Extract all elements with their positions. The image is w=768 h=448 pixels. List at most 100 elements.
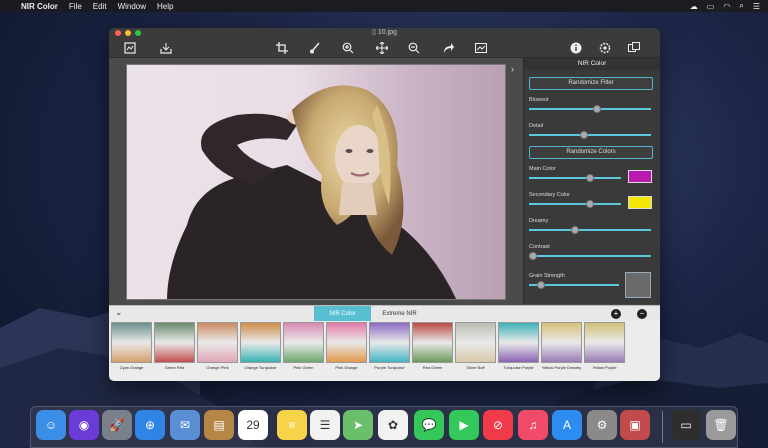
mail-icon[interactable]: ✉: [170, 410, 200, 440]
remove-preset-button[interactable]: −: [637, 309, 647, 319]
randomize-filter-button[interactable]: Randomize Filter: [529, 77, 653, 90]
close-button[interactable]: [115, 30, 121, 36]
blowout-label: Blowout: [529, 97, 549, 103]
cloud-icon[interactable]: ☁: [690, 2, 698, 11]
preset-thumbnail: [369, 322, 410, 363]
zoom-button[interactable]: [135, 30, 141, 36]
contrast-slider-knob[interactable]: [529, 252, 537, 260]
preset-label: Orange Turquoise: [244, 365, 277, 370]
preset-item[interactable]: Green Red: [153, 321, 196, 381]
preset-item[interactable]: Turquoise Purple: [497, 321, 540, 381]
notes-icon[interactable]: ≡: [277, 410, 307, 440]
detail-label: Detail: [529, 123, 544, 129]
contrast-label: Contrast: [529, 244, 550, 250]
preset-thumbnail: [283, 322, 324, 363]
zoom-out-icon[interactable]: [407, 41, 421, 54]
randomize-colors-button[interactable]: Randomize Colors: [529, 146, 653, 159]
preset-item[interactable]: Orange Pink: [196, 321, 239, 381]
main-color-slider[interactable]: [529, 174, 621, 182]
blowout-slider-knob[interactable]: [592, 105, 601, 113]
launchpad-icon[interactable]: 🚀: [102, 410, 132, 440]
secondary-color-slider[interactable]: [529, 200, 621, 208]
detail-slider-knob[interactable]: [580, 131, 589, 139]
spotlight-icon[interactable]: ⌕: [739, 1, 743, 11]
settings-icon[interactable]: [598, 41, 612, 54]
dreamy-slider-knob[interactable]: [571, 226, 580, 234]
fit-icon[interactable]: [123, 41, 137, 54]
contrast-slider[interactable]: [529, 252, 651, 260]
main-color-swatch[interactable]: [628, 170, 652, 183]
music-icon[interactable]: ♫: [518, 410, 548, 440]
brush-icon[interactable]: [308, 41, 322, 54]
airplay-icon[interactable]: ▭: [707, 2, 715, 11]
secondary-color-slider-knob[interactable]: [586, 200, 595, 208]
share-icon[interactable]: [441, 41, 455, 54]
preset-item[interactable]: Orange Turquoise: [239, 321, 282, 381]
preset-item[interactable]: Cyan Orange: [110, 321, 153, 381]
menu-help[interactable]: Help: [157, 2, 173, 11]
menu-app-name[interactable]: NIR Color: [21, 2, 58, 11]
expand-presets-icon[interactable]: ⌄: [115, 307, 123, 318]
window-title: 10.jpg: [377, 29, 397, 36]
collapse-panel-icon[interactable]: ›: [511, 64, 514, 74]
portrait-illustration: [127, 65, 505, 299]
grain-strength-slider-knob[interactable]: [537, 281, 546, 289]
preset-item[interactable]: Pink Orange: [325, 321, 368, 381]
downloads-stack-icon[interactable]: ▭: [671, 410, 701, 440]
messages-icon[interactable]: 💬: [414, 410, 444, 440]
preset-item[interactable]: Silver Buff: [454, 321, 497, 381]
app-store-icon[interactable]: A: [552, 410, 582, 440]
secondary-color-swatch[interactable]: [628, 196, 652, 209]
preset-item[interactable]: Pink Green: [282, 321, 325, 381]
save-icon[interactable]: [159, 41, 173, 54]
calendar-icon[interactable]: 29: [238, 410, 268, 440]
reminders-icon[interactable]: ☰: [310, 410, 340, 440]
menu-edit[interactable]: Edit: [93, 2, 107, 11]
wifi-icon[interactable]: ◠: [723, 2, 730, 11]
dreamy-slider[interactable]: [529, 226, 651, 234]
nir-color-app-icon[interactable]: ▣: [620, 410, 650, 440]
add-preset-button[interactable]: +: [611, 309, 621, 319]
grain-strength-slider[interactable]: [529, 281, 619, 289]
notes-book-icon[interactable]: ▤: [204, 410, 234, 440]
preset-thumbnail: [498, 322, 539, 363]
blowout-slider[interactable]: [529, 105, 651, 113]
info-icon[interactable]: [569, 41, 583, 54]
preset-thumbnail: [154, 322, 195, 363]
preset-label: Purple Turquoise: [374, 365, 405, 370]
preset-tab-bar: ⌄ NIR Color Extreme NIR + −: [109, 305, 660, 322]
facetime-icon[interactable]: ▶: [449, 410, 479, 440]
menu-file[interactable]: File: [69, 2, 82, 11]
preset-item[interactable]: Red Green: [411, 321, 454, 381]
crop-icon[interactable]: [275, 41, 289, 54]
compare-icon[interactable]: [474, 41, 488, 54]
preset-label: Yellow Purple: [592, 365, 617, 370]
finder-icon[interactable]: ☺: [36, 410, 66, 440]
main-color-label: Main Color: [529, 166, 556, 172]
maps-icon[interactable]: ➤: [343, 410, 373, 440]
siri-icon[interactable]: ◉: [69, 410, 99, 440]
tab-nir-color[interactable]: NIR Color: [314, 306, 371, 322]
preset-strip: Cyan Orange Green Red Orange Pink Orange Tu…: [109, 321, 660, 381]
zoom-in-icon[interactable]: [341, 41, 355, 54]
control-center-icon[interactable]: ☰: [753, 2, 760, 11]
move-icon[interactable]: [375, 41, 389, 54]
news-icon[interactable]: ⊘: [483, 410, 513, 440]
safari-icon[interactable]: ⊕: [135, 410, 165, 440]
photos-icon[interactable]: ✿: [378, 410, 408, 440]
preset-label: Red Green: [422, 365, 443, 370]
preset-label: Orange Pink: [206, 365, 229, 370]
tab-extreme-nir[interactable]: Extreme NIR: [371, 306, 428, 322]
preset-item[interactable]: Yellow Purple Dreamy: [540, 321, 583, 381]
detail-slider[interactable]: [529, 131, 651, 139]
preset-item[interactable]: Purple Turquoise: [368, 321, 411, 381]
system-preferences-icon[interactable]: ⚙: [587, 410, 617, 440]
minimize-button[interactable]: [125, 30, 131, 36]
menu-window[interactable]: Window: [118, 2, 146, 11]
presets-icon[interactable]: [627, 41, 641, 54]
preset-item[interactable]: Yellow Purple: [583, 321, 626, 381]
grain-preview[interactable]: [625, 272, 651, 298]
trash-icon[interactable]: 🗑: [706, 410, 736, 440]
main-color-slider-knob[interactable]: [586, 174, 595, 182]
preset-thumbnail: [584, 322, 625, 363]
